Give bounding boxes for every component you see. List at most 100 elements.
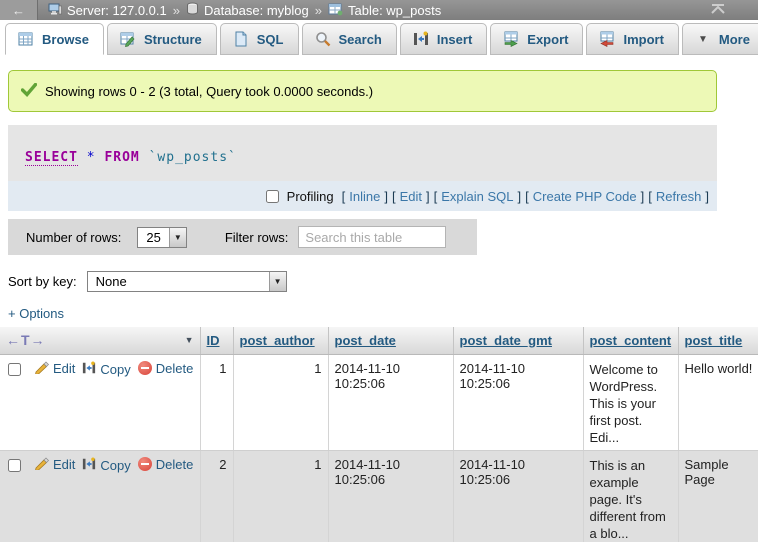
table-filter-input[interactable] [298, 226, 446, 248]
pencil-icon [34, 457, 49, 473]
row-select-checkbox[interactable] [8, 459, 21, 472]
back-arrow-icon: ← [12, 3, 25, 18]
tab-insert-label: Insert [437, 32, 472, 47]
back-arrow-button[interactable]: ← [0, 0, 38, 20]
insert-row-icon [413, 31, 429, 47]
bracket: [ [648, 189, 652, 204]
edit-label: Edit [53, 457, 75, 472]
table-row: Edit Copy Delete 2 1 2014-11-10 10:25:06… [0, 450, 758, 542]
sort-row: Sort by key: None ▼ [8, 271, 758, 292]
tab-import-label: Import [623, 32, 663, 47]
copy-label: Copy [100, 362, 130, 377]
tab-import[interactable]: Import [586, 23, 678, 55]
edit-label: Edit [53, 361, 75, 376]
status-message: Showing rows 0 - 2 (3 total, Query took … [8, 70, 717, 112]
bracket: [ [342, 189, 346, 204]
tab-export[interactable]: Export [490, 23, 583, 55]
cell-post-date: 2014-11-10 10:25:06 [328, 354, 453, 450]
tab-insert[interactable]: Insert [400, 23, 487, 55]
edit-query-link[interactable]: Edit [400, 189, 422, 204]
database-icon [186, 2, 199, 19]
column-order-control[interactable]: ←T→ [6, 332, 46, 348]
profiling-checkbox[interactable] [266, 190, 279, 203]
tab-browse[interactable]: Browse [5, 23, 104, 55]
breadcrumb-table-label: Table: wp_posts [348, 3, 441, 18]
bracket: [ [392, 189, 396, 204]
bracket: ] [518, 189, 522, 204]
delete-row-button[interactable]: Delete [138, 457, 194, 472]
query-toolbar: Profiling [ Inline ] [ Edit ] [ Explain … [8, 181, 717, 211]
column-header-post-content-link[interactable]: post_content [590, 333, 672, 348]
column-header-id: ID [200, 327, 233, 354]
refresh-link[interactable]: Refresh [656, 189, 702, 204]
cell-id: 2 [200, 450, 233, 542]
actions-header: ←T→ ▼ [0, 327, 200, 354]
import-icon [599, 31, 615, 47]
explain-sql-link[interactable]: Explain SQL [441, 189, 513, 204]
column-header-post-date-gmt: post_date_gmt [453, 327, 583, 354]
edit-row-button[interactable]: Edit [34, 361, 75, 377]
bracket: ] [426, 189, 430, 204]
options-toggle-link[interactable]: + Options [8, 306, 64, 321]
rows-per-page-select[interactable]: 25 ▼ [137, 227, 186, 248]
bracket: ] [705, 189, 709, 204]
chevron-down-icon: ▼ [269, 272, 286, 291]
tab-more[interactable]: ▼ More [682, 23, 758, 55]
column-header-post-date-gmt-link[interactable]: post_date_gmt [460, 333, 552, 348]
pencil-icon [34, 361, 49, 377]
sql-keyword-select[interactable]: SELECT [25, 150, 78, 166]
sort-by-key-select[interactable]: None ▼ [87, 271, 287, 292]
cell-post-content: Welcome to WordPress. This is your first… [583, 354, 678, 450]
tab-structure[interactable]: Structure [107, 23, 217, 55]
tab-structure-label: Structure [144, 32, 202, 47]
sql-star: * [87, 150, 96, 165]
filter-rows-label: Filter rows: [225, 230, 289, 245]
breadcrumb-table[interactable]: Table: wp_posts [328, 2, 441, 19]
tab-export-label: Export [527, 32, 568, 47]
breadcrumb-server-label: Server: 127.0.0.1 [67, 3, 167, 18]
column-header-post-title: post_title [678, 327, 758, 354]
create-php-code-link[interactable]: Create PHP Code [533, 189, 637, 204]
sql-table-identifier: `wp_posts` [149, 150, 237, 165]
breadcrumb-separator: » [315, 3, 322, 18]
column-header-id-link[interactable]: ID [207, 333, 220, 348]
cell-post-date: 2014-11-10 10:25:06 [328, 450, 453, 542]
cell-post-date-gmt: 2014-11-10 10:25:06 [453, 450, 583, 542]
row-select-checkbox[interactable] [8, 363, 21, 376]
column-header-post-date-link[interactable]: post_date [335, 333, 396, 348]
breadcrumb-database[interactable]: Database: myblog [186, 2, 309, 19]
tab-sql[interactable]: SQL [220, 23, 299, 55]
bracket: [ [525, 189, 529, 204]
column-header-post-author-link[interactable]: post_author [240, 333, 315, 348]
structure-icon [120, 31, 136, 47]
breadcrumb-separator: » [173, 3, 180, 18]
cell-post-author: 1 [233, 450, 328, 542]
tab-search[interactable]: Search [302, 23, 397, 55]
edit-row-button[interactable]: Edit [34, 457, 75, 473]
breadcrumb-server[interactable]: Server: 127.0.0.1 [48, 2, 167, 19]
sort-direction-icon[interactable]: ▼ [185, 335, 194, 345]
collapse-topbar-icon[interactable] [710, 3, 726, 18]
tab-browse-label: Browse [42, 32, 89, 47]
rows-control-bar: Number of rows: 25 ▼ Filter rows: [8, 219, 477, 255]
table-icon [328, 2, 343, 19]
delete-label: Delete [156, 361, 194, 376]
tab-more-label: More [719, 32, 750, 47]
inline-link[interactable]: Inline [349, 189, 380, 204]
copy-row-button[interactable]: Copy [82, 361, 130, 378]
sql-file-icon [233, 31, 249, 47]
sql-keyword-from: FROM [104, 150, 139, 165]
cell-post-title: Hello world! [678, 354, 758, 450]
tab-search-label: Search [339, 32, 382, 47]
column-header-post-title-link[interactable]: post_title [685, 333, 743, 348]
results-table: ←T→ ▼ ID post_author post_date post_date… [0, 327, 758, 542]
profiling-label: Profiling [287, 189, 334, 204]
chevron-down-icon: ▼ [695, 31, 711, 47]
bracket: ] [641, 189, 645, 204]
copy-row-button[interactable]: Copy [82, 457, 130, 474]
delete-row-button[interactable]: Delete [138, 361, 194, 376]
column-header-post-author: post_author [233, 327, 328, 354]
table-row: Edit Copy Delete 1 1 2014-11-10 10:25:06… [0, 354, 758, 450]
tab-bar: Browse Structure SQL Search Insert Expor… [0, 20, 758, 56]
column-header-post-content: post_content [583, 327, 678, 354]
